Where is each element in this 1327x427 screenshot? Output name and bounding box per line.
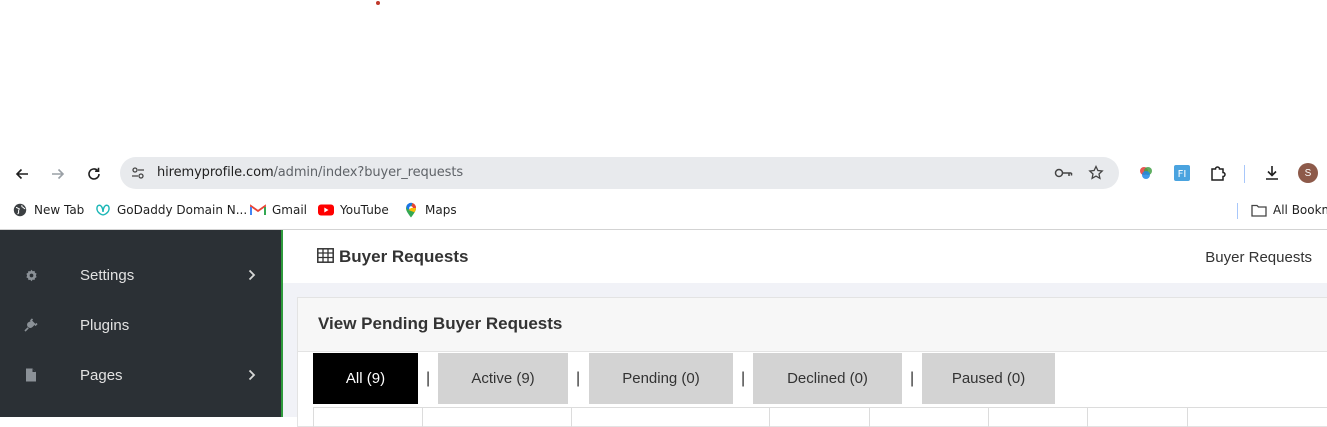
- bookmark-gmail[interactable]: Gmail: [250, 201, 307, 219]
- youtube-icon: [318, 202, 334, 218]
- tab-declined[interactable]: Declined (0): [753, 353, 902, 404]
- gear-icon: [23, 267, 39, 283]
- table-column-divider: [988, 407, 989, 427]
- forward-arrow-icon: [52, 168, 65, 180]
- fi-extension-icon[interactable]: FI: [1172, 163, 1192, 183]
- tab-separator: |: [426, 370, 431, 387]
- table-column-divider: [571, 407, 572, 427]
- table-icon: [317, 248, 334, 263]
- gmail-icon: [250, 202, 266, 218]
- back-button[interactable]: [10, 162, 34, 186]
- sidebar-item-label: Settings: [80, 266, 135, 284]
- site-info-icon[interactable]: [128, 163, 148, 183]
- table-column-divider: [1187, 407, 1188, 427]
- globe-icon: [12, 202, 28, 218]
- downloads-icon[interactable]: [1262, 163, 1282, 183]
- tab-all[interactable]: All (9): [313, 353, 418, 404]
- sidebar-item-settings[interactable]: Settings: [0, 255, 281, 295]
- password-key-icon[interactable]: [1054, 163, 1074, 183]
- bookmarks-bar: New Tab GoDaddy Domain N... Gmail YouTub…: [0, 193, 1327, 226]
- all-bookmarks[interactable]: All Bookm: [1251, 201, 1327, 219]
- bookmarks-divider: [1237, 203, 1238, 219]
- tab-separator: |: [576, 370, 581, 387]
- blank-area: [0, 0, 1327, 155]
- url-host: hiremyprofile.com: [157, 165, 274, 180]
- bookmark-new-tab[interactable]: New Tab: [12, 201, 84, 219]
- all-bookmarks-label: All Bookm: [1273, 203, 1327, 217]
- reload-icon: [88, 167, 100, 180]
- address-bar[interactable]: hiremyprofile.com/admin/index?buyer_requ…: [120, 157, 1119, 189]
- chevron-right-icon: [245, 368, 259, 382]
- card-header: View Pending Buyer Requests: [298, 298, 1327, 352]
- sidebar-item-plugins[interactable]: Plugins: [0, 305, 281, 345]
- admin-sidebar: Settings Plugins Pages: [0, 230, 281, 417]
- red-dot: [376, 1, 380, 5]
- maps-icon: [403, 202, 419, 218]
- bookmark-label: YouTube: [340, 203, 389, 217]
- color-extension-icon[interactable]: [1136, 163, 1156, 183]
- profile-avatar[interactable]: S: [1298, 163, 1318, 183]
- tab-separator: |: [910, 370, 915, 387]
- bookmark-label: New Tab: [34, 203, 85, 217]
- table-column-divider: [422, 407, 423, 427]
- table-column-divider: [313, 407, 314, 427]
- sidebar-item-label: Pages: [80, 366, 123, 384]
- browser-toolbar: hiremyprofile.com/admin/index?buyer_requ…: [0, 155, 1327, 193]
- extensions-puzzle-icon[interactable]: [1208, 163, 1228, 183]
- sidebar-item-label: Plugins: [80, 316, 130, 334]
- requests-card: View Pending Buyer Requests All (9) | Ac…: [297, 297, 1327, 427]
- folder-icon: [1251, 202, 1267, 218]
- bookmark-youtube[interactable]: YouTube: [318, 201, 389, 219]
- page-title: Buyer Requests: [339, 247, 469, 266]
- table-column-divider: [769, 407, 770, 427]
- page-icon: [23, 367, 39, 383]
- bookmark-star-icon[interactable]: [1086, 163, 1106, 183]
- bookmark-maps[interactable]: Maps: [403, 201, 457, 219]
- godaddy-icon: [95, 202, 111, 218]
- sidebar-item-pages[interactable]: Pages: [0, 355, 281, 395]
- bookmark-godaddy[interactable]: GoDaddy Domain N...: [95, 201, 247, 219]
- bookmark-label: Maps: [425, 203, 457, 217]
- svg-text:FI: FI: [1178, 169, 1187, 180]
- breadcrumb[interactable]: Buyer Requests: [1205, 249, 1312, 266]
- tab-paused[interactable]: Paused (0): [922, 353, 1055, 404]
- card-title: View Pending Buyer Requests: [318, 314, 563, 333]
- reload-button[interactable]: [82, 162, 106, 186]
- back-arrow-icon: [15, 168, 28, 180]
- url-path: /admin/index?buyer_requests: [273, 165, 464, 180]
- forward-button[interactable]: [46, 162, 70, 186]
- bookmark-label: GoDaddy Domain N...: [117, 203, 248, 217]
- toolbar-divider: [1244, 165, 1245, 183]
- bookmark-label: Gmail: [272, 203, 308, 217]
- url-text: hiremyprofile.com/admin/index?buyer_requ…: [157, 165, 463, 180]
- main-content: Buyer Requests Buyer Requests View Pendi…: [283, 230, 1327, 427]
- tab-active[interactable]: Active (9): [438, 353, 568, 404]
- tab-separator: |: [741, 370, 746, 387]
- chevron-right-icon: [245, 268, 259, 282]
- page-header: Buyer Requests Buyer Requests: [283, 230, 1327, 283]
- table-column-divider: [869, 407, 870, 427]
- plug-icon: [23, 317, 39, 333]
- requests-table: [313, 407, 1327, 427]
- table-column-divider: [1087, 407, 1088, 427]
- tab-pending[interactable]: Pending (0): [589, 353, 733, 404]
